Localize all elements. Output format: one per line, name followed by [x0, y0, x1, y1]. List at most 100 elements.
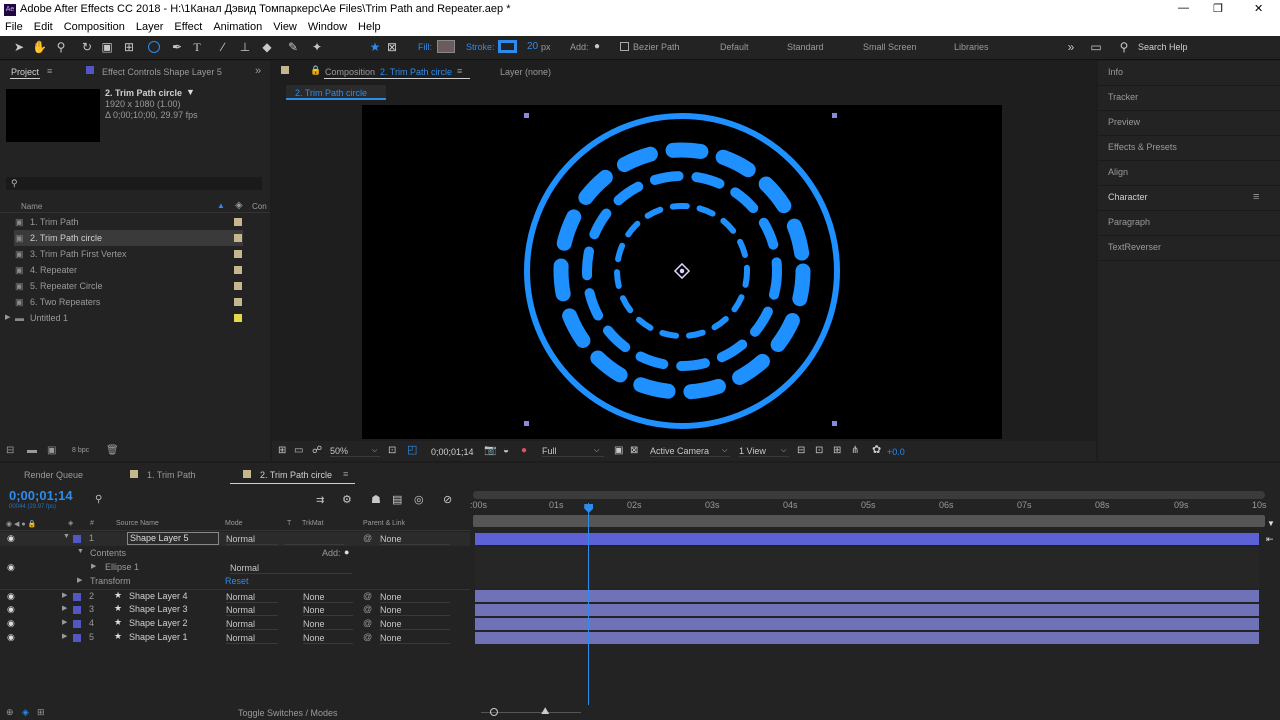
- layer-name[interactable]: Shape Layer 4: [129, 591, 188, 601]
- flowchart-icon[interactable]: ⋔: [851, 446, 859, 456]
- col-source-name[interactable]: Source Name: [116, 520, 159, 527]
- camera-tool-icon[interactable]: ▣: [100, 40, 114, 54]
- timeline-search-icon[interactable]: ⚲: [95, 494, 102, 505]
- transparency-icon[interactable]: ⊠: [630, 446, 638, 456]
- panel-textreverser[interactable]: TextReverser: [1098, 236, 1280, 261]
- layer-name[interactable]: Shape Layer 2: [129, 618, 188, 628]
- project-item[interactable]: ▣ 4. Repeater: [0, 262, 242, 278]
- contents-row[interactable]: ▼ Contents Add: ●: [0, 547, 470, 561]
- resolution-grid-icon[interactable]: ⊡: [388, 446, 396, 456]
- layer-row-2[interactable]: ◉ ▶ 2 ★ Shape Layer 4 Normal None @ None: [0, 589, 470, 603]
- label-swatch[interactable]: [73, 606, 81, 614]
- eye-icon[interactable]: ◉: [7, 591, 15, 602]
- menu-help[interactable]: Help: [353, 20, 387, 36]
- bpc-button[interactable]: 8 bpc: [72, 447, 89, 454]
- parent-dropdown[interactable]: None: [380, 591, 450, 603]
- expand-arrow-icon[interactable]: ▶: [62, 632, 67, 640]
- snapping-icon[interactable]: ⊠: [385, 40, 399, 54]
- draft-3d-icon[interactable]: ⚙: [342, 495, 352, 506]
- camera-dropdown[interactable]: Active Camera: [650, 445, 730, 457]
- zoom-tool-icon[interactable]: ⚲: [54, 40, 68, 54]
- puppet-tool-icon[interactable]: ✦: [310, 40, 324, 54]
- trkmat-dropdown[interactable]: None: [303, 618, 353, 630]
- label-swatch[interactable]: [73, 535, 81, 543]
- expand-arrow-icon[interactable]: ▶: [77, 576, 82, 584]
- panel-overflow-icon[interactable]: »: [255, 65, 261, 77]
- project-item[interactable]: ▣ 1. Trim Path: [0, 214, 242, 230]
- ellipse-row[interactable]: ◉ ▶ Ellipse 1 Normal: [0, 561, 470, 575]
- menu-animation[interactable]: Animation: [208, 20, 268, 36]
- panel-menu-icon[interactable]: ≡: [1253, 191, 1259, 203]
- sort-up-icon[interactable]: ▲: [217, 201, 225, 210]
- project-item-selected[interactable]: ▣ 2. Trim Path circle: [14, 230, 243, 246]
- breadcrumb[interactable]: 2. Trim Path circle: [286, 85, 386, 100]
- menu-file[interactable]: File: [0, 20, 29, 36]
- snapshot-icon[interactable]: 📷: [484, 446, 496, 456]
- menu-window[interactable]: Window: [303, 20, 353, 36]
- eye-icon[interactable]: ◉: [7, 632, 15, 643]
- dropdown-icon[interactable]: ▼: [186, 87, 195, 97]
- panel-character[interactable]: Character ≡: [1098, 186, 1280, 211]
- motion-blur-icon[interactable]: ◎: [414, 495, 424, 506]
- minimize-button[interactable]: —: [1178, 2, 1189, 14]
- panel-align[interactable]: Align: [1098, 161, 1280, 186]
- mask-visibility-icon[interactable]: ☍: [312, 446, 322, 456]
- tab-trim-path[interactable]: 1. Trim Path: [147, 470, 196, 480]
- comp-tab-prefix[interactable]: Composition: [325, 67, 375, 77]
- panel-preview[interactable]: Preview: [1098, 111, 1280, 136]
- comp-duration-bar[interactable]: [473, 515, 1265, 527]
- graph-editor-icon[interactable]: ⊘: [443, 495, 452, 506]
- layer-row-4[interactable]: ◉ ▶ 4 ★ Shape Layer 2 Normal None @ None: [0, 617, 470, 631]
- layer-row-3[interactable]: ◉ ▶ 3 ★ Shape Layer 3 Normal None @ None: [0, 603, 470, 617]
- panel-tracker[interactable]: Tracker: [1098, 86, 1280, 111]
- mode-dropdown[interactable]: Normal: [226, 618, 278, 630]
- workspace-libraries[interactable]: Libraries: [954, 42, 989, 52]
- menu-composition[interactable]: Composition: [59, 20, 131, 36]
- parent-pickwhip-icon[interactable]: @: [363, 533, 372, 543]
- menu-view[interactable]: View: [268, 20, 303, 36]
- label-swatch[interactable]: [73, 634, 81, 642]
- eye-icon[interactable]: ◉: [7, 562, 15, 573]
- ellipse-mode-dropdown[interactable]: Normal: [230, 562, 352, 574]
- add-circle-icon[interactable]: ●: [344, 547, 349, 557]
- layer-name[interactable]: Shape Layer 1: [129, 632, 188, 642]
- mode-dropdown[interactable]: Normal: [226, 533, 278, 545]
- channel-icon[interactable]: ●: [521, 446, 527, 456]
- label-swatch[interactable]: [234, 218, 242, 226]
- eye-icon[interactable]: ◉: [7, 618, 15, 629]
- expand-arrow-icon[interactable]: ▶: [62, 618, 67, 626]
- panel-menu-icon[interactable]: ≡: [457, 66, 462, 76]
- fill-swatch[interactable]: [437, 40, 455, 53]
- layer-bar-5[interactable]: [475, 632, 1259, 644]
- mode-dropdown[interactable]: Normal: [226, 632, 278, 644]
- monitor-icon[interactable]: ▭: [294, 446, 303, 456]
- exposure-value[interactable]: +0.0: [887, 447, 905, 457]
- fill-label[interactable]: Fill:: [418, 42, 432, 52]
- layer-row-5[interactable]: ◉ ▶ 5 ★ Shape Layer 1 Normal None @ None: [0, 631, 470, 645]
- stroke-label[interactable]: Stroke:: [466, 42, 495, 52]
- eye-icon[interactable]: ◉: [7, 533, 15, 544]
- trkmat-dropdown[interactable]: None: [303, 591, 353, 603]
- menu-effect[interactable]: Effect: [169, 20, 208, 36]
- panel-paragraph[interactable]: Paragraph: [1098, 211, 1280, 236]
- roto-brush-tool-icon[interactable]: ✎: [286, 40, 300, 54]
- show-snapshot-icon[interactable]: ◒: [503, 446, 509, 456]
- project-item[interactable]: ▣ 3. Trim Path First Vertex: [0, 246, 242, 262]
- expand-arrow-icon[interactable]: ▶: [62, 591, 67, 599]
- workspace-overflow-icon[interactable]: »: [1064, 40, 1078, 54]
- menu-layer[interactable]: Layer: [131, 20, 170, 36]
- in-out-toggle-icon[interactable]: ⊞: [37, 707, 45, 718]
- sync-settings-icon[interactable]: ▭: [1089, 40, 1103, 54]
- star-icon[interactable]: ★: [368, 40, 382, 54]
- label-swatch[interactable]: [234, 314, 242, 322]
- expand-arrow-icon[interactable]: ▶: [91, 562, 96, 570]
- label-column-icon[interactable]: ◈: [68, 519, 73, 527]
- maximize-button[interactable]: ❐: [1213, 2, 1223, 15]
- label-tag-icon[interactable]: ◈: [235, 200, 243, 211]
- label-swatch[interactable]: [234, 282, 242, 290]
- col-name[interactable]: Name: [21, 202, 42, 211]
- parent-dropdown[interactable]: None: [380, 618, 450, 630]
- layer-bar-2[interactable]: [475, 590, 1259, 602]
- bezier-checkbox[interactable]: [620, 42, 629, 51]
- eye-icon[interactable]: ◉: [7, 604, 15, 615]
